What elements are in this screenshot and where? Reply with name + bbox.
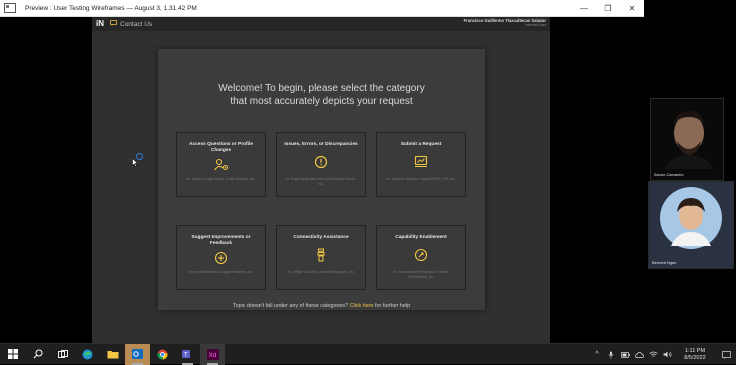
card-subtext: ex. calendar changes, request ROTs, KPIs…: [386, 177, 456, 181]
minimize-button[interactable]: —: [572, 0, 596, 17]
plug-icon: [277, 248, 365, 267]
card-title: Connectivity Assistance: [293, 235, 349, 240]
participant-avatar: [660, 187, 722, 249]
prototype-stage: iN Contact Us Francisco Guillermo Tlaxca…: [92, 17, 550, 343]
card-capability-enablement[interactable]: Capability Enablement ex. Commission Per…: [376, 225, 466, 290]
video-tile-participant-2[interactable]: Bennett Ngan: [648, 181, 734, 269]
svg-text:Xd: Xd: [208, 352, 216, 359]
user-info: Francisco Guillermo Tlaxcaltecas Salazar…: [464, 18, 546, 27]
participant-name: Alvaro Camacho: [654, 172, 684, 177]
card-issues-errors[interactable]: Issues, Errors, or Discrepancies ex. bug…: [276, 132, 366, 197]
welcome-line-2: that most accurately depicts your reques…: [230, 95, 413, 107]
participant-avatar: [665, 111, 713, 169]
user-role: Internal User: [525, 23, 546, 27]
card-submit-request[interactable]: Submit a Request ex. calendar changes, r…: [376, 132, 466, 197]
outlook-icon[interactable]: [125, 343, 150, 365]
chat-icon: [110, 20, 117, 28]
welcome-heading: Welcome! To begin, please select the cat…: [158, 83, 485, 108]
window-title: Preview : User Testing Wireframes — Augu…: [25, 4, 197, 12]
plus-chat-icon: [177, 251, 265, 270]
system-tray: ^ 1:11 PM 8/5/2022: [590, 344, 736, 365]
notification-icon[interactable]: [716, 350, 736, 359]
brand-logo[interactable]: iN: [96, 20, 104, 28]
clock-date: 8/5/2022: [684, 354, 706, 361]
card-suggest-improvements[interactable]: Suggest Improvements or Feedback ex. pro…: [176, 225, 266, 290]
card-access-questions[interactable]: Access Questions or Profile Changes ex. …: [176, 132, 266, 197]
card-subtext: ex. InSight Connect, connectivity suppor…: [287, 270, 355, 274]
svg-text:T: T: [184, 353, 188, 359]
edge-icon[interactable]: [75, 344, 100, 365]
maximize-button[interactable]: ❐: [596, 0, 620, 17]
card-title: Access Questions or Profile Changes: [189, 142, 253, 153]
alert-circle-icon: [277, 155, 365, 174]
cloud-icon[interactable]: [632, 351, 646, 358]
contact-us-link[interactable]: Contact Us: [110, 20, 152, 28]
card-subtext: ex. Commission Performance, Trainer Perf…: [393, 270, 449, 279]
teams-icon[interactable]: T: [175, 344, 200, 365]
file-explorer-icon[interactable]: [100, 344, 125, 365]
battery-icon[interactable]: [618, 351, 632, 358]
contact-us-label: Contact Us: [120, 20, 153, 28]
category-panel: Welcome! To begin, please select the cat…: [158, 49, 485, 310]
card-subtext: ex. bug in application error, performanc…: [285, 177, 357, 186]
app-header: iN Contact Us Francisco Guillermo Tlaxca…: [92, 17, 550, 31]
loading-spinner-icon: [136, 153, 143, 160]
users-gear-icon: [177, 158, 265, 177]
card-subtext: ex. access or login issues, profile chan…: [186, 177, 256, 181]
taskbar: T Xd ^ 1:11 PM 8/5/2022: [0, 343, 736, 365]
card-title: Submit a Request: [400, 142, 442, 147]
clock[interactable]: 1:11 PM 8/5/2022: [674, 348, 716, 362]
card-title: Suggest Improvements or Feedback: [191, 235, 251, 246]
card-connectivity-assistance[interactable]: Connectivity Assistance ex. InSight Conn…: [276, 225, 366, 290]
preview-app-icon: [3, 3, 17, 14]
windows-start-icon[interactable]: [0, 344, 25, 365]
card-subtext: ex. provide feedback, suggest features, …: [189, 270, 253, 274]
help-footer: Topic doesn't fall under any of these ca…: [158, 303, 485, 309]
microphone-icon[interactable]: [604, 351, 618, 359]
video-tile-participant-1[interactable]: Alvaro Camacho: [650, 98, 724, 181]
chart-icon: [377, 155, 465, 173]
search-icon[interactable]: [25, 344, 50, 365]
volume-icon[interactable]: [660, 351, 674, 358]
chevron-up-icon[interactable]: ^: [590, 351, 604, 358]
footer-suffix: for further help: [375, 303, 411, 309]
footer-text: Topic doesn't fall under any of these ca…: [232, 303, 349, 309]
welcome-line-1: Welcome! To begin, please select the cat…: [218, 83, 425, 94]
adobe-xd-icon[interactable]: Xd: [200, 343, 225, 365]
wifi-icon[interactable]: [646, 351, 660, 358]
close-button[interactable]: ✕: [620, 0, 644, 17]
card-title: Issues, Errors, or Discrepancies: [284, 142, 358, 147]
click-here-link[interactable]: Click here: [350, 303, 374, 309]
card-title: Capability Enablement: [395, 235, 447, 240]
rocket-icon: [377, 248, 465, 267]
clock-time: 1:11 PM: [684, 347, 706, 354]
window-titlebar: Preview : User Testing Wireframes — Augu…: [0, 0, 644, 17]
chrome-icon[interactable]: [150, 344, 175, 365]
participant-name: Bennett Ngan: [652, 260, 677, 265]
task-view-icon[interactable]: [50, 344, 75, 365]
